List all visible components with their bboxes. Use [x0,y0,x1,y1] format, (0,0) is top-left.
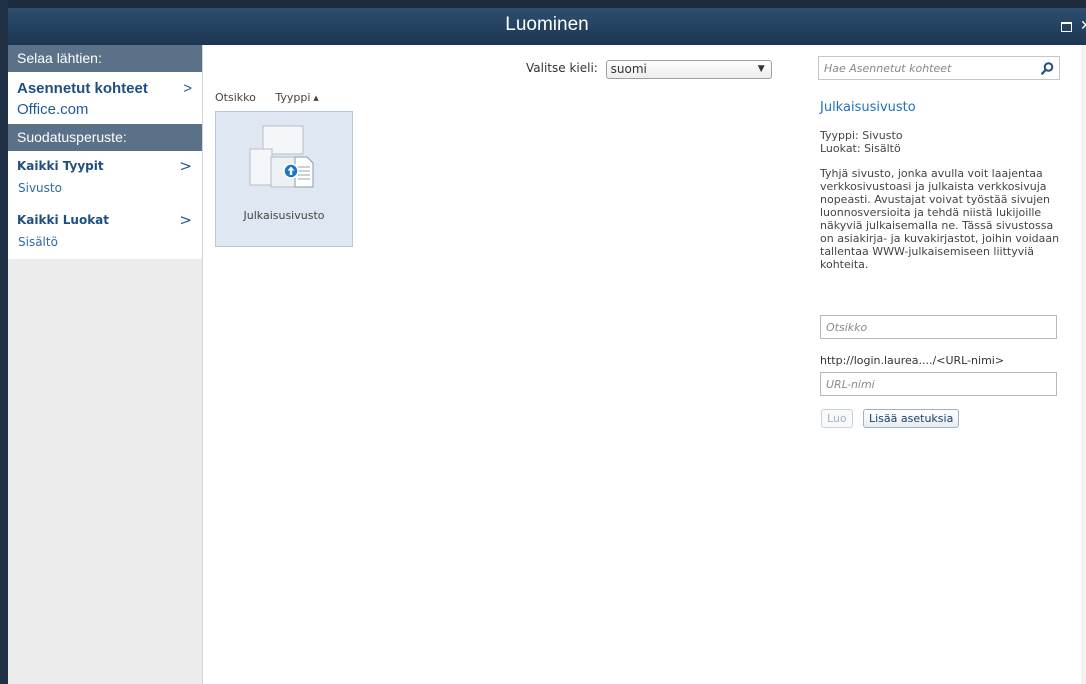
dialog-title: Luominen [505,14,589,35]
search-box [818,56,1060,80]
create-button[interactable]: Luo [821,409,853,428]
detail-description: Tyhjä sivusto, jonka avulla voit laajent… [820,167,1060,271]
detail-title: Julkaisusivusto [820,100,916,115]
window-frame-left [0,0,8,684]
template-tile-label: Julkaisusivusto [243,209,325,222]
filter-category-content[interactable]: Sisältö [8,231,202,253]
language-select[interactable]: suomi ▼ [605,60,772,79]
url-prefix: http://login.laurea..../<URL-nimi> [820,354,1005,367]
filter-all-categories[interactable]: Kaikki Luokat > [8,209,202,231]
chevron-right-icon: > [179,157,192,175]
source-office-com[interactable]: Office.com [8,99,202,120]
language-picker: Valitse kieli: suomi ▼ [526,60,772,79]
maximize-icon[interactable] [1061,22,1072,32]
detail-type: Tyyppi: Sivusto [820,129,903,142]
detail-category: Luokat: Sisältö [820,142,901,155]
chevron-right-icon: > [183,80,192,97]
filter-type-site[interactable]: Sivusto [8,177,202,199]
source-list: Asennetut kohteet > Office.com [8,72,202,124]
filter-all-types[interactable]: Kaikki Tyypit > [8,155,202,177]
sort-by-type-label: Tyyppi [275,91,311,104]
template-tile[interactable]: Julkaisusivusto [215,111,353,247]
filter-all-types-label: Kaikki Tyypit [17,159,104,173]
language-select-value: suomi [610,62,647,76]
source-office-com-label: Office.com [17,101,89,118]
search-icon[interactable] [1041,62,1054,75]
sort-by-title[interactable]: Otsikko [215,91,256,104]
filter-header: Suodatusperuste: [8,124,202,151]
close-icon[interactable]: ✕ [1080,18,1086,34]
template-gallery: Valitse kieli: suomi ▼ Otsikko Tyyppi ▲ J… [203,45,806,684]
search-input[interactable] [819,58,1034,79]
title-input[interactable] [820,315,1057,339]
chevron-right-icon: > [179,211,192,229]
source-installed-items-label: Asennetut kohteet [17,80,148,97]
left-navigation: Selaa lähtien: Asennetut kohteet > Offic… [8,45,203,684]
filter-all-categories-label: Kaikki Luokat [17,213,110,227]
source-installed-items[interactable]: Asennetut kohteet > [8,78,202,99]
publishing-site-icon [249,125,314,188]
sort-by-type[interactable]: Tyyppi ▲ [275,91,318,104]
url-name-input[interactable] [820,372,1057,396]
browse-header: Selaa lähtien: [8,45,202,72]
language-label: Valitse kieli: [526,61,598,75]
sort-bar: Otsikko Tyyppi ▲ [215,91,319,104]
scrollbar[interactable] [1081,45,1086,684]
sort-ascending-icon: ▲ [313,94,319,102]
filter-list: Kaikki Tyypit > Sivusto Kaikki Luokat > … [8,151,202,259]
dropdown-arrow-icon: ▼ [757,64,765,74]
window-frame-top [0,0,1086,8]
details-panel: Julkaisusivusto Tyyppi: Sivusto Luokat: … [818,45,1080,684]
dialog-titlebar: Luominen ✕ [8,8,1086,45]
more-options-button[interactable]: Lisää asetuksia [863,409,960,428]
detail-meta: Tyyppi: Sivusto Luokat: Sisältö [820,129,903,155]
